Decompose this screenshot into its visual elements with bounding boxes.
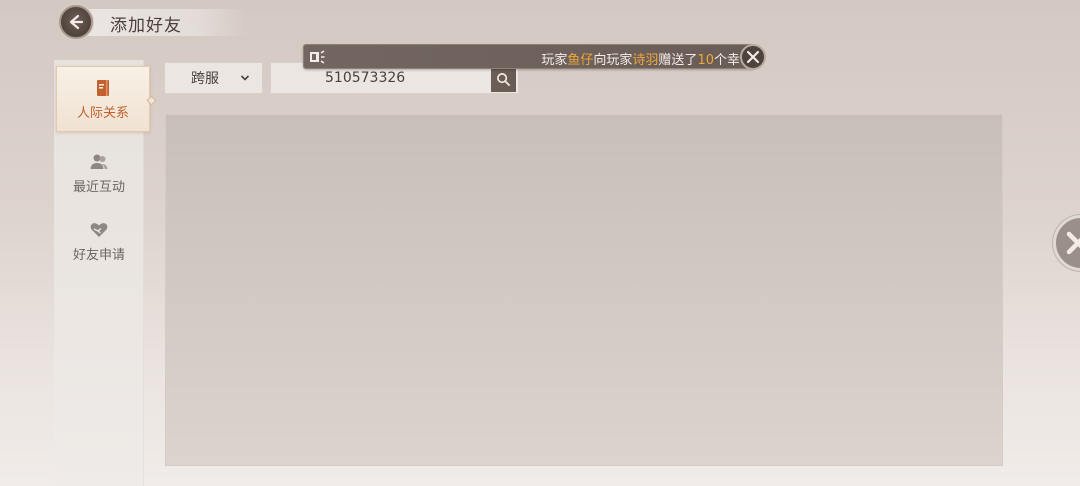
active-indicator <box>146 95 157 106</box>
heart-hands-icon <box>89 220 109 240</box>
sidebar-item-label: 最近互动 <box>72 179 125 195</box>
broadcast-count: 10 <box>697 53 714 68</box>
sidebar-item-label: 好友申请 <box>72 247 125 263</box>
search-button[interactable] <box>491 67 516 92</box>
broadcast-segment: 向玩家 <box>593 53 633 68</box>
broadcast-segment: 个幸 <box>713 53 740 68</box>
panel-close-button[interactable] <box>1053 215 1080 271</box>
broadcast-player-name: 鱼仔 <box>567 53 594 68</box>
back-button[interactable] <box>59 5 93 39</box>
close-icon <box>1066 231 1080 255</box>
back-arrow-icon <box>69 14 84 30</box>
broadcast-banner: 玩家鱼仔向玩家诗羽赠送了10个幸 <box>303 44 755 69</box>
sidebar-item-requests[interactable]: 好友申请 <box>54 208 144 274</box>
sidebar-item-relations[interactable]: 人际关系 <box>56 66 157 132</box>
broadcast-segment: 玩家 <box>541 53 568 68</box>
people-icon <box>89 152 109 172</box>
book-icon <box>93 78 113 98</box>
broadcast-segment: 赠送了 <box>658 53 698 68</box>
sidebar-item-label: 人际关系 <box>76 105 129 121</box>
speaker-icon <box>310 50 325 64</box>
server-select-value: 跨服 <box>191 71 219 87</box>
close-icon <box>746 50 760 64</box>
broadcast-text: 玩家鱼仔向玩家诗羽赠送了10个幸 <box>541 49 740 68</box>
result-panel <box>165 114 1003 466</box>
broadcast-close-button[interactable] <box>740 44 766 70</box>
sidebar: 人际关系 最近互动 好友申请 <box>54 60 157 486</box>
server-select[interactable]: 跨服 <box>164 62 263 94</box>
search-icon <box>497 73 510 86</box>
chevron-down-icon <box>240 75 250 81</box>
sidebar-item-recent[interactable]: 最近互动 <box>54 140 144 206</box>
page-title: 添加好友 <box>110 16 182 36</box>
broadcast-player-name: 诗羽 <box>632 53 659 68</box>
